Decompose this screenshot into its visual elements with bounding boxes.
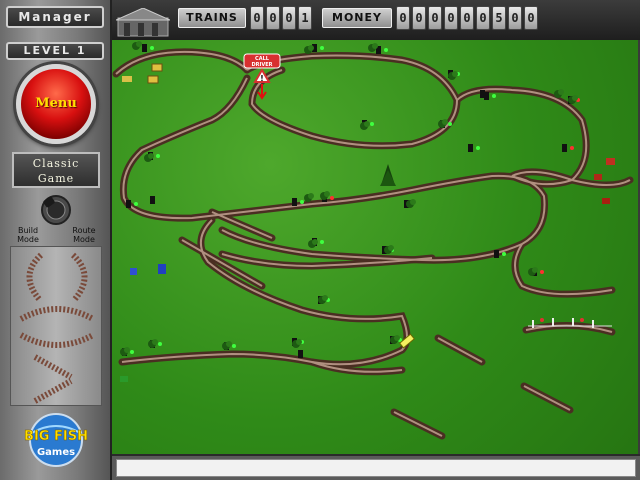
route-mode-label-line2: Mode (73, 235, 95, 244)
mode-toggle-switch[interactable] (38, 192, 74, 226)
money-digit: 0 (524, 6, 538, 30)
money-digit: 0 (460, 6, 474, 30)
track-network[interactable] (112, 48, 634, 440)
trains-digit: 1 (298, 6, 312, 30)
trains-digit: 0 (282, 6, 296, 30)
route-mode-label[interactable]: Route Mode (64, 226, 104, 244)
station-building-icon (116, 8, 170, 37)
money-digit: 0 (412, 6, 426, 30)
trains-label: TRAINS (178, 8, 246, 28)
money-digit: 0 (428, 6, 442, 30)
trains-digit: 0 (250, 6, 264, 30)
track-piece-curve-top[interactable] (19, 306, 95, 322)
build-mode-label[interactable]: Build Mode (8, 226, 48, 244)
money-digit: 0 (476, 6, 490, 30)
game-mode-indicator: Classic Game (12, 152, 100, 188)
track-piece-palette (10, 246, 102, 406)
build-mode-label-line1: Build (17, 226, 39, 235)
manager-button[interactable]: Manager (6, 6, 104, 28)
money-digit: 0 (444, 6, 458, 30)
track-piece-diagonal-down[interactable] (33, 354, 73, 380)
route-mode-label-line1: Route (72, 226, 96, 235)
trains-digit: 0 (266, 6, 280, 30)
status-message-field (116, 459, 636, 477)
money-digit: 0 (396, 6, 410, 30)
money-digit: 0 (508, 6, 522, 30)
svg-text:!: ! (260, 74, 264, 83)
station-sign-line2: DRIVER (252, 62, 273, 68)
money-digit: 5 (492, 6, 506, 30)
logo-text-games: Games (37, 447, 75, 458)
bottom-status-bar (112, 454, 640, 480)
game-mode-line2: Game (37, 172, 75, 185)
track-piece-diagonal-up[interactable] (33, 378, 73, 404)
trains-counter: 0001 (250, 6, 312, 30)
railway-layout[interactable]: CALL DRIVER ! (112, 40, 638, 454)
game-mode-line1: Classic (32, 157, 80, 170)
logo-text-big-fish: BIG FISH (24, 429, 88, 444)
big-fish-games-logo[interactable]: BIG FISH Games (14, 410, 98, 470)
money-label: MONEY (322, 8, 392, 28)
left-panel: Manager LEVEL 1 Menu Classic Game Build … (0, 0, 112, 480)
top-hud-bar: TRAINS 0001 MONEY 000000500 (112, 0, 640, 40)
build-mode-label-line2: Mode (17, 235, 39, 244)
money-counter: 000000500 (396, 6, 538, 30)
level-indicator: LEVEL 1 (6, 42, 104, 60)
track-piece-curve-right[interactable] (70, 252, 88, 301)
game-map[interactable]: CALL DRIVER ! (112, 40, 638, 454)
track-piece-curve-bottom[interactable] (19, 332, 95, 348)
track-piece-curve-left[interactable] (26, 252, 44, 301)
menu-button[interactable]: Menu (16, 64, 96, 144)
